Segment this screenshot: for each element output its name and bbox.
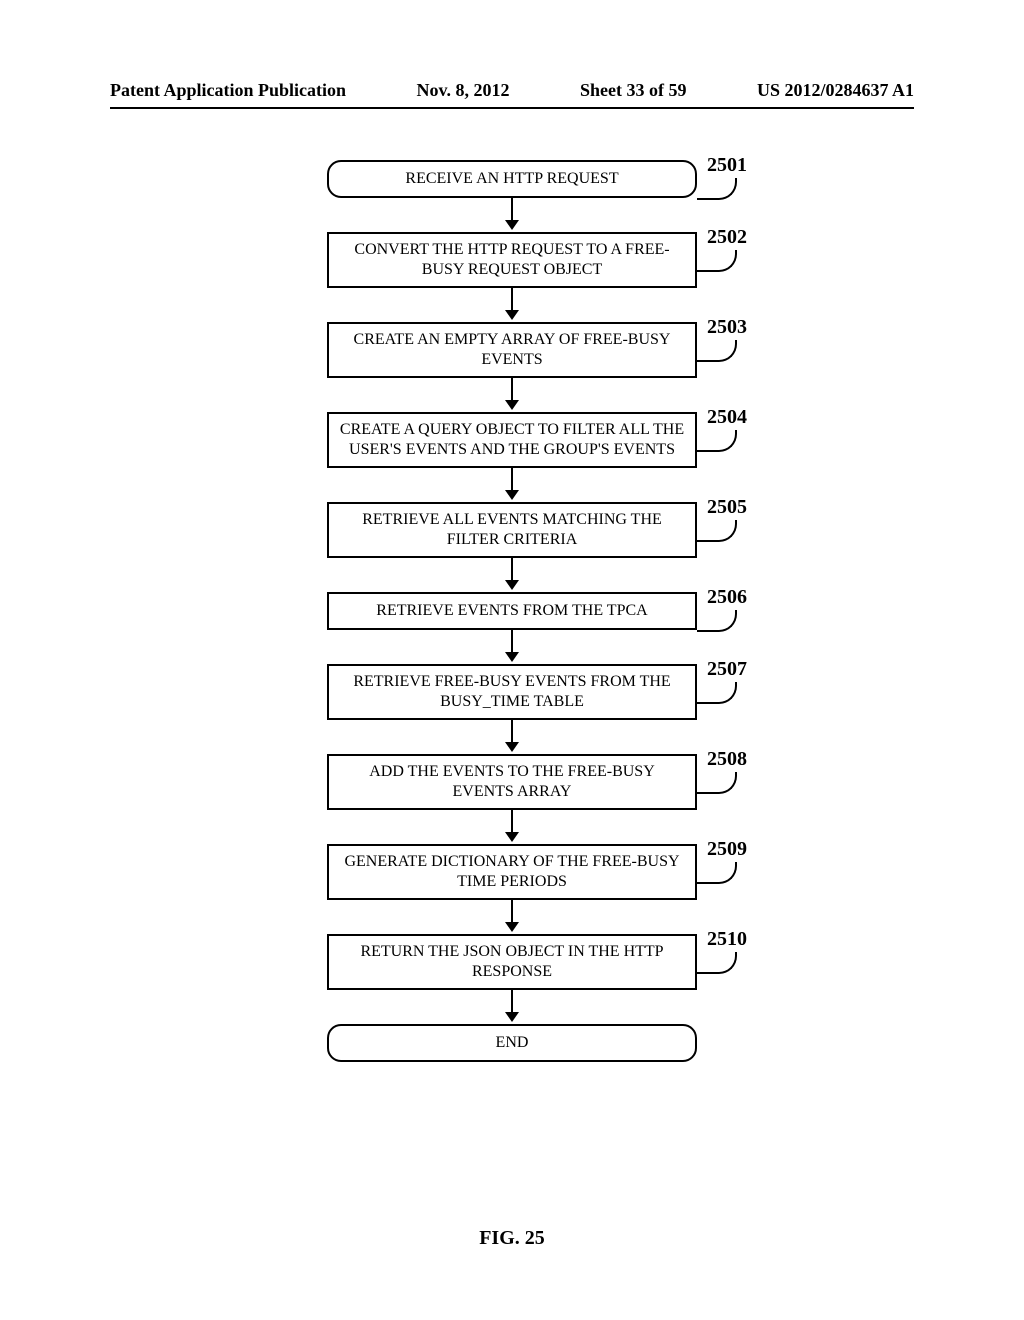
flow-step-box: RETURN THE JSON OBJECT IN THE HTTP RESPO…	[327, 934, 697, 990]
flow-step-reference-number: 2501	[707, 154, 747, 177]
flow-step-reference-number: 2506	[707, 586, 747, 609]
flow-step-box: ADD THE EVENTS TO THE FREE-BUSY EVENTS A…	[327, 754, 697, 810]
callout-line	[697, 250, 737, 272]
callout-line	[697, 610, 737, 632]
flow-arrow-down	[505, 900, 519, 934]
callout-line	[697, 682, 737, 704]
flow-step: RETRIEVE FREE-BUSY EVENTS FROM THE BUSY_…	[327, 664, 697, 720]
figure-caption: FIG. 25	[0, 1227, 1024, 1250]
callout-line	[697, 430, 737, 452]
flow-step: GENERATE DICTIONARY OF THE FREE-BUSY TIM…	[327, 844, 697, 900]
flow-step: RETRIEVE EVENTS FROM THE TPCA2506	[327, 592, 697, 630]
header-sheet: Sheet 33 of 59	[580, 80, 687, 101]
flow-step-box: RECEIVE AN HTTP REQUEST	[327, 160, 697, 198]
header-pubno: US 2012/0284637 A1	[757, 80, 914, 101]
callout-line	[697, 520, 737, 542]
flow-arrow-down	[505, 720, 519, 754]
flow-step-box: CONVERT THE HTTP REQUEST TO A FREE-BUSY …	[327, 232, 697, 288]
header-left: Patent Application Publication	[110, 80, 346, 101]
flow-step-reference-number: 2505	[707, 496, 747, 519]
callout-line	[697, 772, 737, 794]
flow-step: ADD THE EVENTS TO THE FREE-BUSY EVENTS A…	[327, 754, 697, 810]
flow-step: CREATE AN EMPTY ARRAY OF FREE-BUSY EVENT…	[327, 322, 697, 378]
flow-step-reference-number: 2509	[707, 838, 747, 861]
page-header: Patent Application Publication Nov. 8, 2…	[0, 80, 1024, 117]
flow-step-reference-number: 2508	[707, 748, 747, 771]
header-date: Nov. 8, 2012	[417, 80, 510, 101]
flow-step: CREATE A QUERY OBJECT TO FILTER ALL THE …	[327, 412, 697, 468]
flow-step-reference-number: 2510	[707, 928, 747, 951]
flow-step: RETURN THE JSON OBJECT IN THE HTTP RESPO…	[327, 934, 697, 990]
flow-arrow-down	[505, 630, 519, 664]
flow-step: END	[327, 1024, 697, 1062]
flow-step-box: CREATE AN EMPTY ARRAY OF FREE-BUSY EVENT…	[327, 322, 697, 378]
flow-arrow-down	[505, 810, 519, 844]
callout-line	[697, 862, 737, 884]
flow-arrow-down	[505, 288, 519, 322]
flow-step: CONVERT THE HTTP REQUEST TO A FREE-BUSY …	[327, 232, 697, 288]
flow-step-box: RETRIEVE EVENTS FROM THE TPCA	[327, 592, 697, 630]
flow-step-box: CREATE A QUERY OBJECT TO FILTER ALL THE …	[327, 412, 697, 468]
flow-arrow-down	[505, 990, 519, 1024]
flow-step-box: GENERATE DICTIONARY OF THE FREE-BUSY TIM…	[327, 844, 697, 900]
callout-line	[697, 178, 737, 200]
flow-step-reference-number: 2507	[707, 658, 747, 681]
flow-step: RECEIVE AN HTTP REQUEST2501	[327, 160, 697, 198]
callout-line	[697, 340, 737, 362]
flow-step-reference-number: 2504	[707, 406, 747, 429]
flow-step-reference-number: 2503	[707, 316, 747, 339]
flowchart: RECEIVE AN HTTP REQUEST2501 CONVERT THE H…	[0, 160, 1024, 1062]
flow-step-box: RETRIEVE ALL EVENTS MATCHING THE FILTER …	[327, 502, 697, 558]
flow-arrow-down	[505, 198, 519, 232]
flow-arrow-down	[505, 468, 519, 502]
flow-step-box: RETRIEVE FREE-BUSY EVENTS FROM THE BUSY_…	[327, 664, 697, 720]
flow-step: RETRIEVE ALL EVENTS MATCHING THE FILTER …	[327, 502, 697, 558]
flow-step-reference-number: 2502	[707, 226, 747, 249]
flow-arrow-down	[505, 558, 519, 592]
flow-step-box: END	[327, 1024, 697, 1062]
flow-arrow-down	[505, 378, 519, 412]
callout-line	[697, 952, 737, 974]
